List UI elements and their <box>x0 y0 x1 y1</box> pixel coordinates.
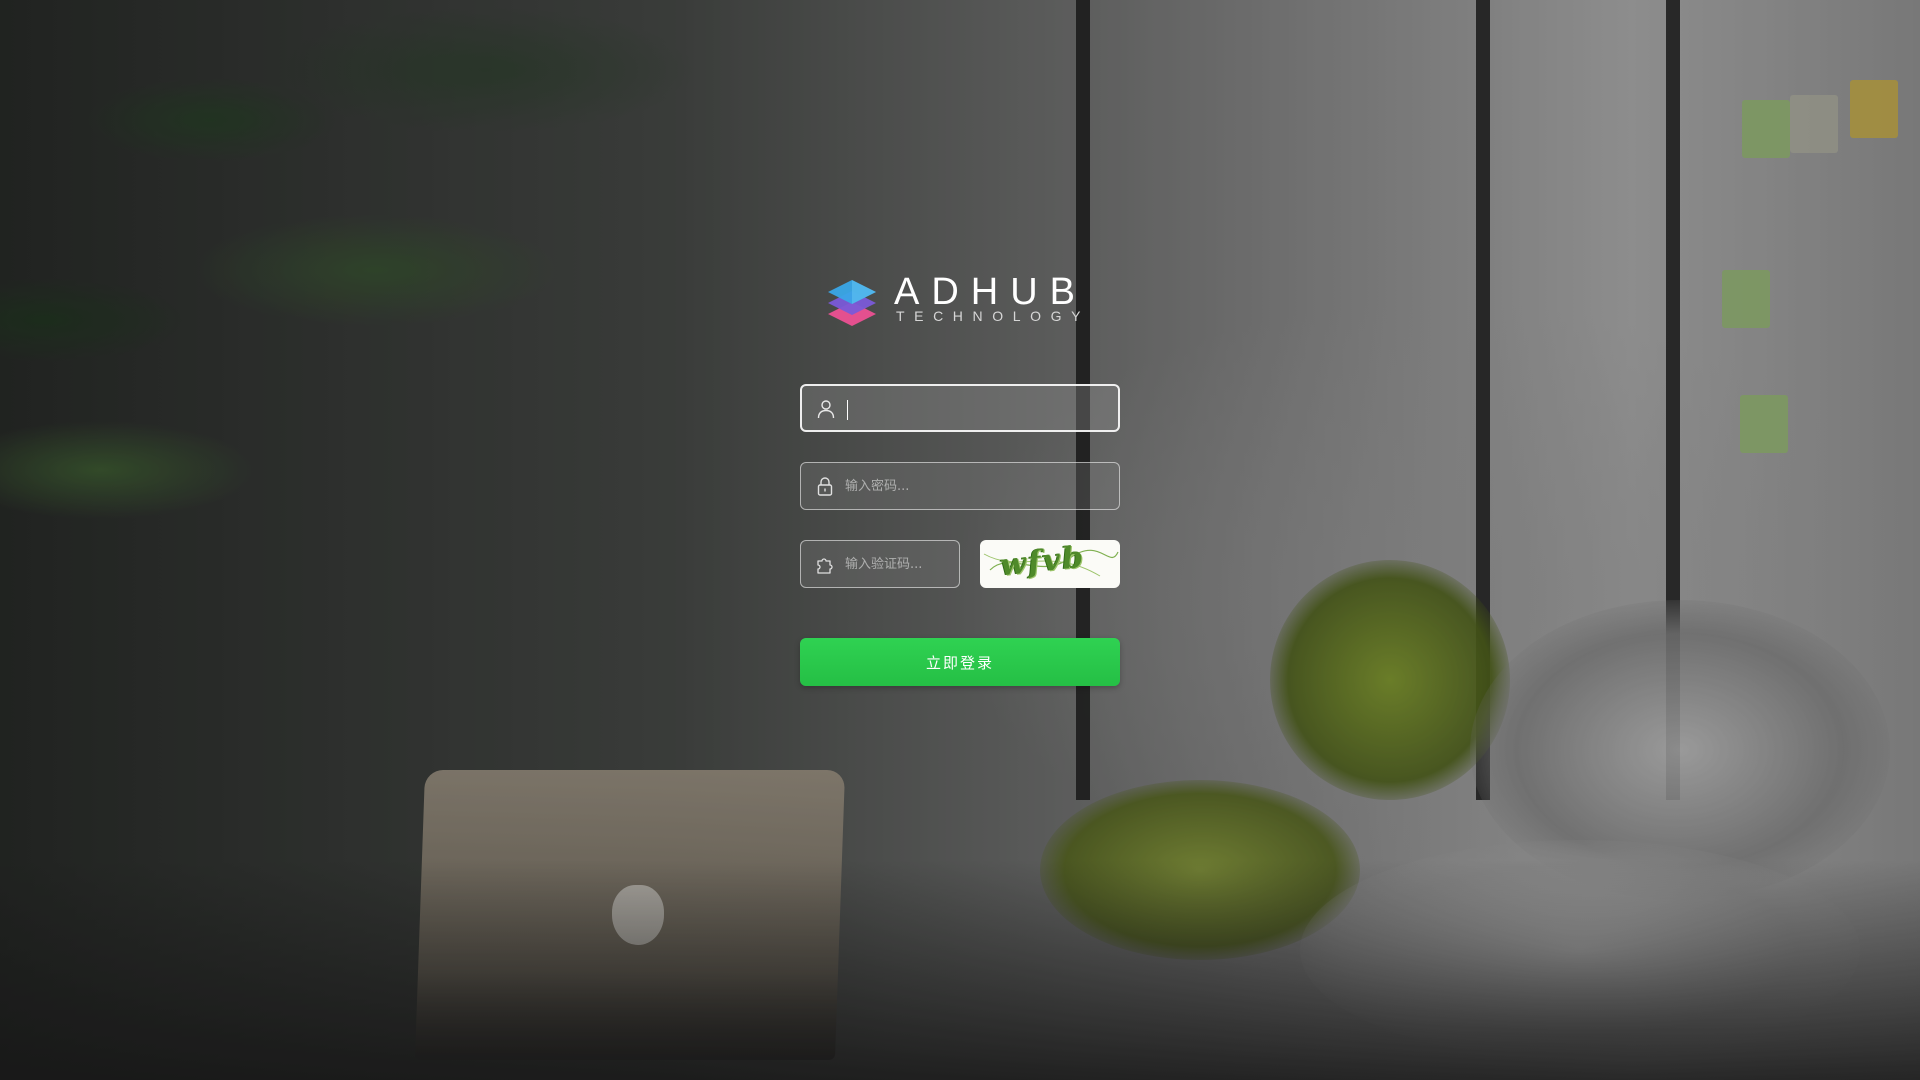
brand-logo: ADHUB TECHNOLOGY <box>826 270 1096 326</box>
puzzle-icon <box>817 558 833 574</box>
adhub-logo-icon <box>828 280 876 326</box>
dark-overlay <box>0 0 1920 1080</box>
password-field[interactable] <box>800 462 1120 510</box>
captcha-input[interactable] <box>845 541 955 587</box>
brand-tagline: TECHNOLOGY <box>896 308 1091 324</box>
login-button[interactable]: 立即登录 <box>800 638 1120 686</box>
user-icon <box>817 400 835 419</box>
brand-name: ADHUB <box>894 271 1088 313</box>
background-photo <box>0 0 1920 1080</box>
captcha-image[interactable]: wfvb <box>980 540 1120 588</box>
username-input[interactable] <box>846 386 1106 430</box>
username-field[interactable] <box>800 384 1120 432</box>
captcha-field[interactable] <box>800 540 960 588</box>
lock-icon <box>817 477 833 496</box>
text-caret <box>847 400 848 420</box>
password-input[interactable] <box>845 463 1105 509</box>
